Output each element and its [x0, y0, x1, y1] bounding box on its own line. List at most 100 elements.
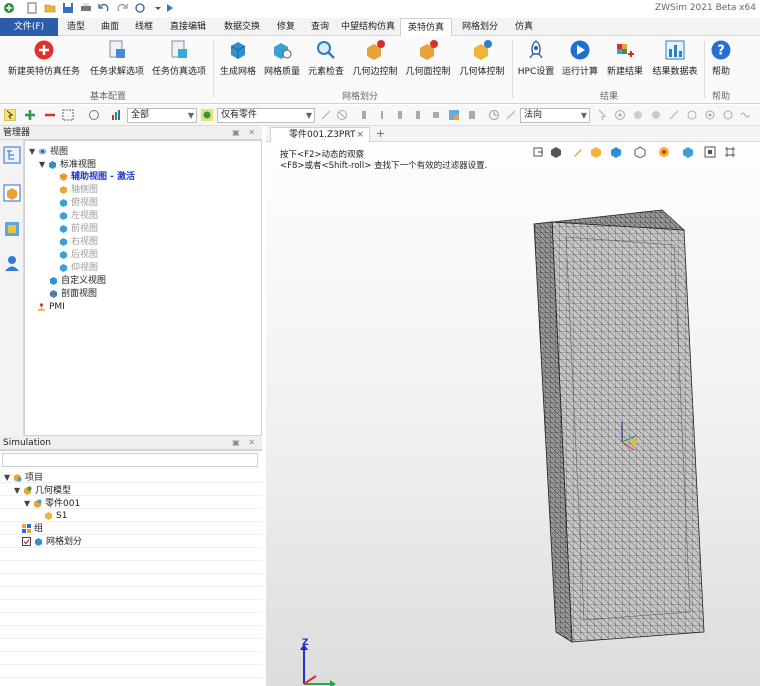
tree-node-front-view[interactable]: 前视图 — [59, 223, 98, 236]
add-plus-icon[interactable] — [24, 109, 36, 121]
no-entry-icon[interactable] — [336, 109, 348, 121]
checkbox-checked-icon[interactable] — [22, 537, 31, 546]
tree-node-top-view[interactable]: 俯视图 — [59, 197, 98, 210]
tree-node-bottom-view[interactable]: 仰视图 — [59, 262, 98, 275]
3d-viewport[interactable]: 按下<F2>动态的观察 <F8>或者<Shift-roll> 查找下一个有效的过… — [266, 142, 760, 686]
help-button[interactable]: ? 帮助 — [708, 39, 734, 85]
tree-node-left-view[interactable]: 左视图 — [59, 210, 98, 223]
history-icon[interactable] — [488, 109, 500, 121]
tree-node-iso-view[interactable]: 轴侧图 — [59, 184, 98, 197]
tab-intesim[interactable]: 英特仿真 — [400, 18, 452, 37]
dim-icon-3[interactable] — [394, 109, 406, 121]
dim-icon-9[interactable] — [650, 109, 662, 121]
expand-toggle-icon[interactable]: ▼ — [14, 484, 23, 497]
new-tab-icon[interactable]: + — [376, 126, 385, 141]
edge-control-button[interactable]: 几何边控制 — [350, 39, 400, 85]
expand-toggle-icon[interactable]: ▼ — [4, 471, 13, 484]
tab-simulation[interactable]: 仿真 — [508, 18, 540, 36]
face-control-button[interactable]: 几何面控制 — [403, 39, 453, 85]
cursor-icon[interactable] — [596, 109, 608, 121]
run-calculation-button[interactable]: 运行计算 — [560, 39, 600, 85]
expand-toggle-icon[interactable]: ▼ — [39, 158, 48, 171]
target-icon[interactable] — [614, 109, 626, 121]
dim-icon-13[interactable] — [722, 109, 734, 121]
filter-icon[interactable] — [111, 109, 123, 121]
document-tab[interactable]: 零件001.Z3PRT × — [270, 127, 370, 142]
color-pick-icon[interactable] — [448, 109, 460, 121]
tree-node-standard-view[interactable]: ▼ 标准视图 — [39, 158, 96, 171]
snap-icon[interactable] — [320, 109, 332, 121]
mesh-quality-button[interactable]: 网格质量 — [261, 39, 303, 85]
pick-filter-icon[interactable] — [4, 109, 16, 121]
tree-node-right-view[interactable]: 右视图 — [59, 236, 98, 249]
hpc-settings-button[interactable]: HPC设置 — [516, 39, 556, 85]
part-filter-icon[interactable] — [201, 109, 213, 121]
close-icon[interactable]: × — [356, 128, 364, 142]
part-filter-select[interactable]: 仅有零件 ▼ — [217, 108, 315, 123]
open-folder-icon[interactable] — [44, 2, 56, 14]
tree-node-solid-s1[interactable]: S1 — [44, 510, 67, 523]
tree-node-project[interactable]: ▼ 项目 — [4, 471, 43, 484]
print-icon[interactable] — [80, 2, 92, 14]
tree-node-section-view[interactable]: 剖面视图 — [49, 288, 97, 301]
dim-icon-6[interactable] — [466, 109, 478, 121]
wave-icon[interactable] — [740, 109, 752, 121]
tree-node-part001[interactable]: ▼ 零件001 — [24, 497, 80, 510]
tree-node-group[interactable]: 组 — [22, 523, 43, 536]
dim-icon-7[interactable] — [505, 109, 517, 121]
run-arrow-icon[interactable] — [164, 2, 176, 14]
tree-node-view[interactable]: ▼ 视图 — [29, 145, 68, 158]
layer-manager-icon[interactable] — [3, 220, 21, 238]
undo-icon[interactable] — [98, 2, 110, 14]
body-control-button[interactable]: 几何体控制 — [456, 39, 508, 85]
assembly-tree-icon[interactable] — [3, 146, 21, 164]
tab-wireframe[interactable]: 线框 — [128, 18, 160, 36]
tab-data-exchange[interactable]: 数据交换 — [216, 18, 268, 36]
redo-icon[interactable] — [116, 2, 128, 14]
result-table-button[interactable]: 结果数据表 — [650, 39, 700, 85]
dim-icon-2[interactable] — [376, 109, 388, 121]
generate-mesh-button[interactable]: 生成网格 — [218, 39, 258, 85]
dim-icon-5[interactable] — [430, 109, 442, 121]
dim-icon-12[interactable] — [704, 109, 716, 121]
new-file-icon[interactable] — [26, 2, 38, 14]
expand-toggle-icon[interactable]: ▼ — [24, 497, 33, 510]
new-result-button[interactable]: 新建结果 — [604, 39, 646, 85]
tab-surface[interactable]: 曲面 — [94, 18, 126, 36]
dim-icon-4[interactable] — [412, 109, 424, 121]
element-check-button[interactable]: 元素检查 — [305, 39, 347, 85]
tab-repair[interactable]: 修复 — [270, 18, 302, 36]
select-box-icon[interactable] — [62, 109, 74, 121]
tab-meshing[interactable]: 网格划分 — [454, 18, 506, 36]
tree-node-back-view[interactable]: 后视图 — [59, 249, 98, 262]
refresh-icon[interactable] — [134, 2, 146, 14]
tree-node-pmi[interactable]: PMI — [37, 301, 65, 314]
tree-node-geometry-model[interactable]: ▼ 几何模型 — [14, 484, 71, 497]
dim-icon-11[interactable] — [686, 109, 698, 121]
tab-file[interactable]: 文件(F) — [0, 18, 58, 36]
customize-dropdown-icon[interactable] — [152, 2, 164, 14]
filter-select[interactable]: 全部 ▼ — [127, 108, 197, 123]
panel-controls-icon[interactable]: ▣ ✕ — [232, 436, 258, 450]
simulation-search-input[interactable] — [2, 453, 258, 467]
tree-node-custom-view[interactable]: 自定义视图 — [49, 275, 106, 288]
remove-minus-icon[interactable] — [44, 109, 56, 121]
tab-structural-sim[interactable]: 中望结构仿真 — [338, 18, 398, 36]
tree-node-aux-view[interactable]: 辅助视图 - 激活 — [59, 171, 135, 184]
dim-icon-8[interactable] — [632, 109, 644, 121]
part-manager-icon[interactable] — [3, 184, 21, 202]
save-icon[interactable] — [62, 2, 74, 14]
tab-direct-edit[interactable]: 直接编辑 — [162, 18, 214, 36]
dim-icon-1[interactable] — [358, 109, 370, 121]
circle-select-icon[interactable] — [88, 109, 100, 121]
tree-node-mesh[interactable]: 网格划分 — [22, 536, 82, 549]
task-simulation-options-button[interactable]: 任务仿真选项 — [150, 39, 208, 85]
tab-query[interactable]: 查询 — [304, 18, 336, 36]
dim-icon-10[interactable] — [668, 109, 680, 121]
panel-controls-icon[interactable]: ▣ ✕ — [232, 126, 258, 140]
new-intesim-task-button[interactable]: 新建英特仿真任务 — [8, 39, 80, 85]
tab-modeling[interactable]: 造型 — [60, 18, 92, 36]
expand-toggle-icon[interactable]: ▼ — [29, 145, 38, 158]
view-mode-select[interactable]: 法向 ▼ — [520, 108, 590, 123]
task-solver-options-button[interactable]: 任务求解选项 — [88, 39, 146, 85]
